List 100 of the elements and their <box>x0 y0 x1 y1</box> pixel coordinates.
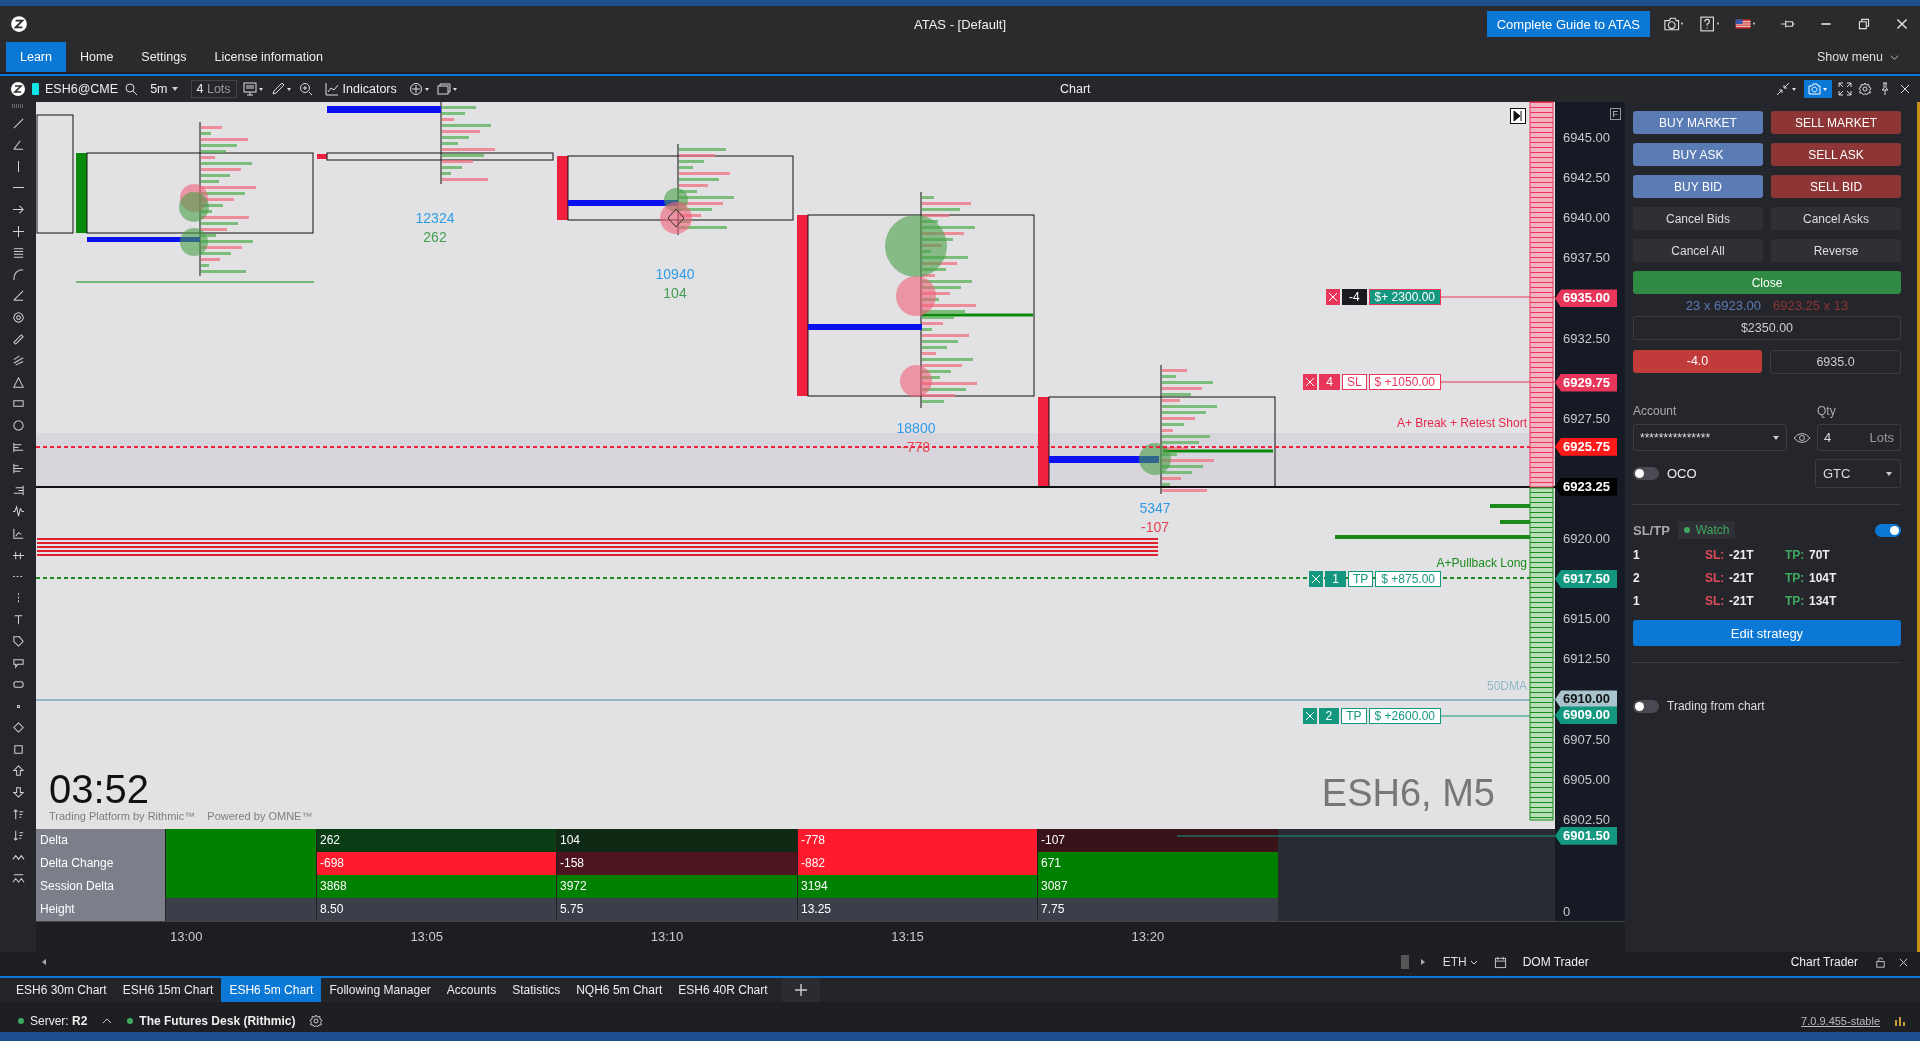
price-field: 6935.0 <box>1770 350 1901 374</box>
menu-tab[interactable]: Home <box>66 42 128 72</box>
qty-label: Qty <box>1817 404 1837 418</box>
order-type: TP <box>1341 708 1367 724</box>
watch-badge: Watch <box>1677 521 1736 539</box>
chart-tab[interactable]: ESH6 15m Chart <box>114 978 222 1002</box>
order-pnl: $ +2600.00 <box>1368 708 1441 724</box>
chart-tab[interactable]: NQH6 5m Chart <box>568 978 671 1002</box>
chart-tab[interactable]: ESH6 40R Chart <box>670 978 776 1002</box>
time-tick: 13:10 <box>650 929 684 944</box>
menu-tab[interactable]: License information <box>200 42 337 72</box>
table-cell: 3194 <box>797 875 1037 899</box>
server-label: Server: R2 <box>30 1014 88 1028</box>
table-cell: 13.25 <box>797 898 1037 922</box>
order-type: SL <box>1341 374 1367 390</box>
ask-quote: 6923.25 x 13 <box>1773 298 1849 313</box>
chart-tab[interactable]: Following Manager <box>321 978 439 1002</box>
price-tag: 6935.00 <box>1555 289 1617 308</box>
line-annotation: A+Pullback Long <box>1436 556 1527 570</box>
table-cell: 671 <box>1037 852 1278 876</box>
time-tick: 13:05 <box>410 929 443 944</box>
delta-label: -778 <box>902 439 930 455</box>
price-tick: 6945.00 <box>1563 130 1610 145</box>
price-tick: 0 <box>1563 904 1571 919</box>
table-cell: 7.75 <box>1037 898 1278 922</box>
sltp-quantity: 1 <box>1633 594 1641 608</box>
order-button[interactable]: BUY MARKET <box>1633 111 1763 134</box>
account-dropdown[interactable]: *************** <box>1633 424 1787 451</box>
sltp-title: SL/TP <box>1633 522 1670 538</box>
time-tick: 13:00 <box>170 929 203 944</box>
order-quantity: 2 <box>1318 708 1340 724</box>
chart-tab[interactable]: ESH6 30m Chart <box>8 978 115 1002</box>
order-button[interactable]: BUY ASK <box>1633 143 1763 166</box>
order-button[interactable]: SELL ASK <box>1771 143 1901 166</box>
table-cell: 104 <box>556 829 797 853</box>
price-tick: 6927.50 <box>1563 410 1610 426</box>
table-cell: 3087 <box>1037 875 1278 899</box>
volume-label: 10940 <box>655 266 695 282</box>
price-tick: 6920.00 <box>1563 531 1610 546</box>
credit-text: Powered by OMNE™ <box>207 810 313 822</box>
menu-tab[interactable]: Learn <box>6 42 66 72</box>
price-tick: 6942.50 <box>1563 170 1610 186</box>
order-button[interactable]: SELL MARKET <box>1771 111 1901 134</box>
order-button[interactable]: BUY BID <box>1633 175 1763 198</box>
table-cell: 8.50 <box>316 898 556 922</box>
chart-tab[interactable]: Accounts <box>438 978 505 1002</box>
tp-value: 70T <box>1809 548 1831 562</box>
sl-value: -21T <box>1729 548 1755 562</box>
order-button[interactable]: Reverse <box>1771 239 1901 262</box>
chart-trader-tab[interactable]: Chart Trader <box>1784 954 1864 970</box>
time-tick: 13:15 <box>891 929 924 944</box>
price-tag: 6923.25 <box>1555 477 1617 496</box>
order-button[interactable]: Cancel Bids <box>1633 207 1763 230</box>
price-tick: 6907.50 <box>1563 731 1610 747</box>
order-button[interactable]: Cancel All <box>1633 239 1763 262</box>
account-label: Account <box>1633 404 1677 418</box>
price-tick: 6902.50 <box>1563 811 1610 827</box>
table-cell: -158 <box>556 852 797 876</box>
order-quantity: 1 <box>1325 571 1346 587</box>
table-cell: -882 <box>797 852 1037 876</box>
session-dropdown[interactable]: ETH <box>1436 954 1484 970</box>
order-button[interactable]: SELL BID <box>1771 175 1901 198</box>
order-button[interactable]: Cancel Asks <box>1771 207 1901 230</box>
time-tick: 13:20 <box>1131 929 1165 944</box>
line-annotation: 50DMA <box>1487 679 1527 693</box>
guide-button[interactable]: Complete Guide to ATAS <box>1486 11 1650 37</box>
price-tag: 6910.00 <box>1555 690 1617 709</box>
bar-timer: 03:52 <box>49 767 150 812</box>
lots-field[interactable]: 4 Lots <box>190 80 237 98</box>
volume-label: 5347 <box>1139 500 1171 516</box>
chart-tab[interactable]: Statistics <box>504 978 569 1002</box>
indicators-button[interactable]: Indicators <box>318 81 403 97</box>
order-button[interactable]: Close <box>1633 271 1901 294</box>
sl-label: SL: <box>1705 548 1726 562</box>
table-row-label: Delta Change <box>36 852 165 876</box>
chart-tab[interactable]: ESH6 5m Chart <box>221 978 322 1002</box>
table-cell: 262 <box>316 829 556 853</box>
version-link[interactable]: 7.0.9.455-stable <box>1801 1015 1880 1027</box>
menu-tab[interactable]: Settings <box>127 42 201 72</box>
timeframe-dropdown[interactable]: 5m <box>144 81 185 97</box>
table-cell: 3868 <box>316 875 556 899</box>
table-row-label: Height <box>36 898 165 922</box>
order-type: TP <box>1347 571 1374 587</box>
dom-trader-tab[interactable]: DOM Trader <box>1516 954 1595 970</box>
time-in-force-dropdown[interactable]: GTC <box>1815 459 1901 488</box>
sl-label: SL: <box>1705 571 1726 585</box>
price-tick: 6905.00 <box>1563 771 1610 787</box>
sltp-quantity: 1 <box>1633 548 1641 562</box>
credit-text: Trading Platform by Rithmic™ <box>49 810 196 822</box>
show-menu-button[interactable]: Show menu <box>1811 42 1920 72</box>
sl-value: -21T <box>1729 594 1755 608</box>
qty-field[interactable]: 4 Lots <box>1817 424 1901 451</box>
symbol-label[interactable]: ESH6@CME <box>45 82 119 96</box>
edit-strategy-button[interactable]: Edit strategy <box>1633 620 1901 646</box>
price-tag: 6901.50 <box>1555 826 1617 845</box>
axis-mode-button[interactable]: F <box>1609 108 1621 120</box>
position-field: -4.0 <box>1633 350 1762 373</box>
delta-label: -107 <box>1141 519 1169 535</box>
price-tag: 6909.00 <box>1555 706 1617 725</box>
symbol-watermark: ESH6, M5 <box>1321 772 1495 815</box>
